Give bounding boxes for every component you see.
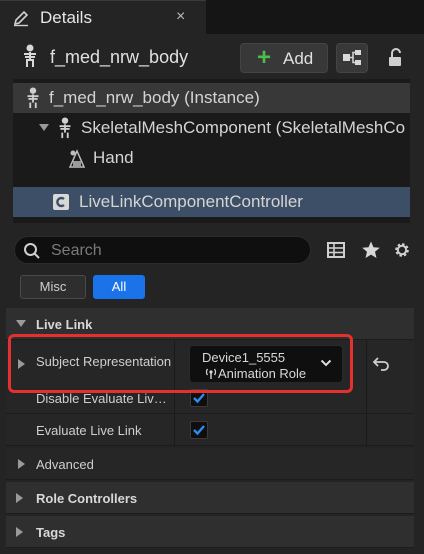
actor-name: f_med_nrw_body xyxy=(50,47,189,67)
tree-row-hand[interactable]: Hand xyxy=(13,143,410,173)
expand-arrow-icon[interactable] xyxy=(39,124,49,131)
star-icon[interactable] xyxy=(361,240,381,260)
blueprint-hierarchy-icon xyxy=(343,50,361,65)
property-label: Advanced xyxy=(36,457,94,472)
section-label: Live Link xyxy=(36,317,93,332)
filter-all-button[interactable]: All xyxy=(93,275,145,299)
lock-button[interactable] xyxy=(380,44,410,72)
property-disable-evaluate: Disable Evaluate Live Link When Spawnabl… xyxy=(6,382,414,414)
tree-row-skeletal-mesh[interactable]: SkeletalMeshComponent (SkeletalMeshCo xyxy=(13,113,410,143)
skeleton-icon xyxy=(27,87,39,109)
plus-icon: + xyxy=(257,44,272,71)
property-label: Subject Representation xyxy=(36,354,172,369)
checkmark-icon xyxy=(193,425,205,436)
checkmark-icon xyxy=(193,393,205,404)
tree-row-livelink-controller[interactable]: LiveLinkComponentController xyxy=(13,187,410,217)
tree-label: SkeletalMeshComponent (SkeletalMeshCo xyxy=(81,118,406,137)
section-role-controllers[interactable]: Role Controllers xyxy=(6,482,414,514)
column-divider xyxy=(366,382,367,413)
gear-icon[interactable] xyxy=(392,240,412,260)
expand-arrow-icon[interactable] xyxy=(18,359,25,369)
property-label: Disable Evaluate Live Link When Spawnabl… xyxy=(36,391,172,406)
tree-label: f_med_nrw_body (Instance) xyxy=(49,88,260,107)
tab-bar: Details × xyxy=(0,0,424,34)
property-label: Evaluate Live Link xyxy=(36,423,142,438)
bone-socket-icon xyxy=(68,149,86,168)
subject-name: Device1_5555 xyxy=(202,350,286,365)
section-label: Tags xyxy=(36,525,66,540)
search-input[interactable] xyxy=(51,241,301,261)
column-divider xyxy=(366,340,367,387)
property-evaluate-live-link: Evaluate Live Link xyxy=(6,414,414,446)
add-component-button[interactable]: + Add xyxy=(240,43,328,73)
property-advanced[interactable]: Advanced xyxy=(6,448,414,480)
livelink-broadcast-icon xyxy=(205,368,217,379)
property-matrix-icon[interactable] xyxy=(326,240,346,260)
role-label: Animation Role xyxy=(218,366,307,381)
add-label: Add xyxy=(283,49,314,68)
component-icon xyxy=(53,194,69,210)
column-divider xyxy=(174,414,175,445)
chevron-down-icon xyxy=(320,359,332,367)
column-divider xyxy=(366,414,367,445)
evaluate-live-link-checkbox[interactable] xyxy=(190,421,208,439)
column-divider xyxy=(174,382,175,413)
search-box[interactable] xyxy=(14,236,311,264)
expand-arrow-icon xyxy=(16,527,23,537)
skeleton-icon xyxy=(24,44,36,67)
tab-title: Details xyxy=(40,8,92,27)
reset-to-default-icon[interactable] xyxy=(372,354,392,372)
expand-arrow-icon xyxy=(16,493,23,503)
close-tab-button[interactable]: × xyxy=(176,8,185,26)
role-value: Animation Role xyxy=(204,366,306,381)
component-tree: f_med_nrw_body (Instance) SkeletalMeshCo… xyxy=(13,79,410,223)
section-tags[interactable]: Tags xyxy=(6,516,414,548)
pencil-icon xyxy=(13,10,29,27)
unlock-icon xyxy=(389,48,401,66)
filter-misc-button[interactable]: Misc xyxy=(20,275,86,299)
skeleton-icon xyxy=(59,117,71,139)
blueprint-button[interactable] xyxy=(336,43,368,73)
subject-representation-combo[interactable]: Device1_5555 Animation Role xyxy=(189,345,343,383)
search-icon xyxy=(24,243,40,259)
tree-row-instance[interactable]: f_med_nrw_body (Instance) xyxy=(13,83,410,113)
tab-details[interactable]: Details × xyxy=(0,0,206,34)
column-divider xyxy=(174,340,175,387)
property-subject-representation: Subject Representation Device1_5555 Anim… xyxy=(6,340,414,388)
tree-label: Hand xyxy=(93,148,134,167)
tree-label: LiveLinkComponentController xyxy=(79,192,303,211)
collapse-arrow-icon xyxy=(16,320,26,327)
disable-evaluate-checkbox[interactable] xyxy=(190,389,208,407)
expand-arrow-icon[interactable] xyxy=(18,459,25,469)
section-label: Role Controllers xyxy=(36,491,138,506)
section-live-link[interactable]: Live Link xyxy=(6,308,414,340)
